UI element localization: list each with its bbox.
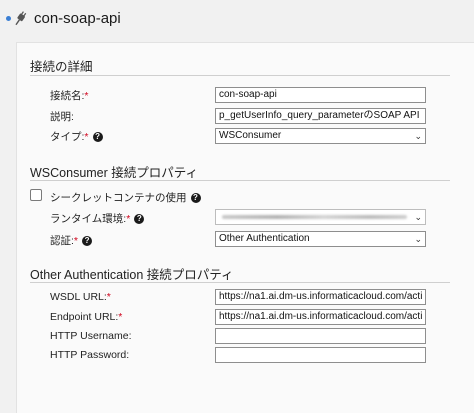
help-icon[interactable]: ? bbox=[134, 214, 145, 225]
section-divider bbox=[30, 282, 450, 283]
section-divider bbox=[30, 180, 450, 181]
chevron-down-icon: ⌄ bbox=[414, 234, 422, 244]
http-username-label: HTTP Username: bbox=[50, 330, 132, 342]
type-select[interactable]: WSConsumer ⌄ bbox=[215, 128, 426, 144]
section-divider bbox=[30, 75, 450, 76]
section-heading-details: 接続の詳細 bbox=[30, 60, 93, 74]
redacted-value bbox=[222, 215, 407, 219]
section-heading-wsconsumer: WSConsumer 接続プロパティ bbox=[30, 166, 199, 180]
description-input[interactable] bbox=[215, 108, 426, 124]
header-bar: con-soap-api bbox=[0, 0, 474, 40]
help-icon[interactable]: ? bbox=[82, 236, 93, 247]
connection-name-input[interactable] bbox=[215, 87, 426, 103]
connection-name-label: 接続名:* bbox=[50, 90, 89, 102]
description-label: 説明: bbox=[50, 111, 74, 123]
endpoint-url-input[interactable] bbox=[215, 309, 426, 325]
runtime-environment-label: ランタイム環境:*? bbox=[50, 211, 145, 226]
type-select-value: WSConsumer bbox=[219, 130, 282, 141]
help-icon[interactable]: ? bbox=[92, 132, 103, 143]
authentication-select[interactable]: Other Authentication ⌄ bbox=[215, 231, 426, 247]
authentication-label: 認証:*? bbox=[50, 233, 93, 248]
page-title: con-soap-api bbox=[34, 10, 121, 27]
section-heading-other-auth: Other Authentication 接続プロパティ bbox=[30, 268, 234, 282]
authentication-select-value: Other Authentication bbox=[219, 233, 310, 244]
wsdl-url-label: WSDL URL:* bbox=[50, 291, 111, 303]
http-password-label: HTTP Password: bbox=[50, 349, 130, 361]
help-icon[interactable]: ? bbox=[190, 193, 201, 204]
secret-container-checkbox[interactable] bbox=[30, 189, 42, 201]
chevron-down-icon: ⌄ bbox=[414, 212, 422, 222]
http-username-input[interactable] bbox=[215, 328, 426, 344]
runtime-environment-select[interactable]: ⌄ bbox=[215, 209, 426, 225]
http-password-input[interactable] bbox=[215, 347, 426, 363]
type-label: タイプ:*? bbox=[50, 129, 103, 144]
wsdl-url-input[interactable] bbox=[215, 289, 426, 305]
chevron-down-icon: ⌄ bbox=[414, 131, 422, 141]
endpoint-url-label: Endpoint URL:* bbox=[50, 311, 123, 323]
plug-icon bbox=[15, 11, 27, 26]
status-dot-icon bbox=[6, 16, 11, 21]
secret-container-label: シークレットコンテナの使用? bbox=[50, 190, 201, 205]
